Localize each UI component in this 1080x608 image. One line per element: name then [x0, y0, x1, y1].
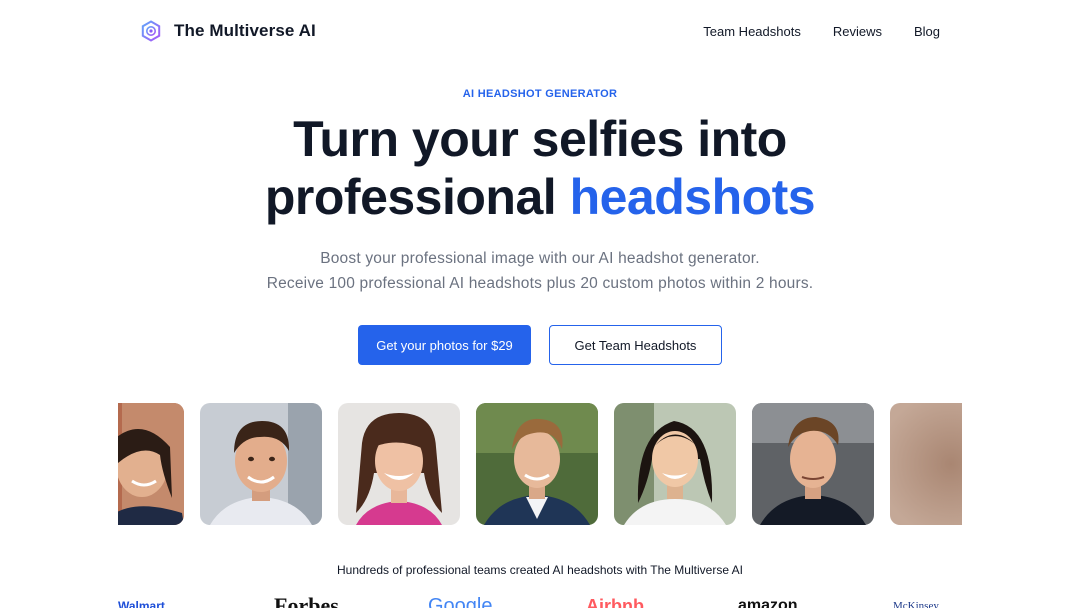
nav-reviews[interactable]: Reviews [833, 24, 882, 39]
nav-team-headshots[interactable]: Team Headshots [703, 24, 801, 39]
brand[interactable]: The Multiverse AI [140, 20, 316, 42]
hero-subtitle: Boost your professional image with our A… [0, 246, 1080, 296]
headshot-photo [752, 403, 874, 525]
amazon-logo: amazon [738, 597, 798, 608]
headshot-photo [338, 403, 460, 525]
forbes-logo: Forbes [274, 596, 339, 608]
nav-blog[interactable]: Blog [914, 24, 940, 39]
headshot-photo [614, 403, 736, 525]
hero-subtitle-line1: Boost your professional image with our A… [320, 250, 760, 267]
main-nav: Team Headshots Reviews Blog [703, 24, 940, 39]
brand-name: The Multiverse AI [174, 21, 316, 40]
client-logos: Walmart Forbes Google Airbnb amazon McKi… [0, 596, 1080, 608]
headshot-photo [200, 403, 322, 525]
trust-text: Hundreds of professional teams created A… [337, 563, 743, 577]
airbnb-logo: Airbnb [586, 596, 644, 608]
headshot-photo [118, 403, 184, 525]
multiverse-logo-icon [141, 20, 161, 42]
hero-title-line2: professional [264, 169, 570, 225]
team-headshots-button[interactable]: Get Team Headshots [549, 325, 722, 365]
mckinsey-logo: McKinsey [893, 600, 939, 608]
site-header: The Multiverse AI Team Headshots Reviews… [0, 0, 1080, 64]
hero-title-line1: Turn your selfies into [293, 111, 787, 167]
hero-title: Turn your selfies into professional head… [0, 110, 1080, 226]
hero-subtitle-line2: Receive 100 professional AI headshots pl… [266, 275, 814, 292]
headshot-carousel[interactable] [118, 403, 962, 525]
walmart-logo: Walmart [118, 599, 165, 608]
cta-row: Get your photos for $29 Get Team Headsho… [0, 325, 1080, 365]
headshot-photo [890, 403, 962, 525]
headshot-photo [476, 403, 598, 525]
hero-eyebrow: AI HEADSHOT GENERATOR [462, 88, 618, 100]
hero-title-accent: headshots [569, 169, 816, 225]
google-logo: Google [428, 596, 493, 608]
get-photos-button[interactable]: Get your photos for $29 [358, 325, 531, 365]
